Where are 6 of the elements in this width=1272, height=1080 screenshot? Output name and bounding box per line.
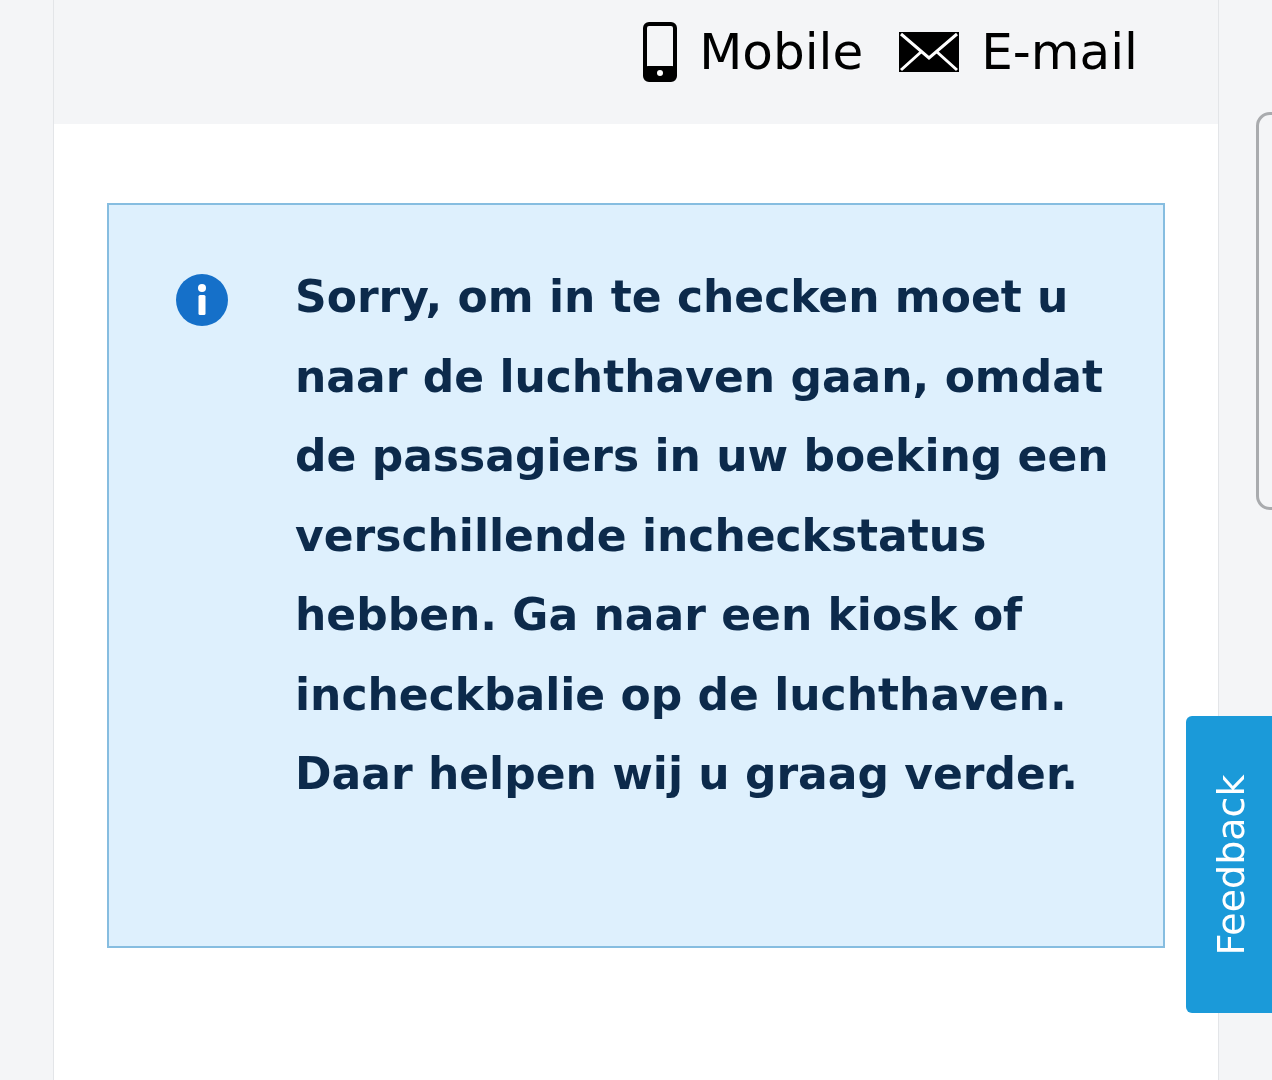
contact-option-label[interactable]: E-mail (981, 23, 1138, 81)
mobile-phone-icon (643, 22, 678, 82)
contact-option-label[interactable]: Mobile (699, 23, 864, 81)
info-icon (175, 273, 229, 327)
notice-message: Sorry, om in te checken moet u naar de luchthaven gaan, omdat de passagiers in uw boeking een verschillende incheckstatus hebben. Ga naar een kiosk of incheckbalie op de luchthaven. Daar helpen wij u graag verder. (295, 270, 1110, 801)
envelope-icon (899, 32, 960, 72)
